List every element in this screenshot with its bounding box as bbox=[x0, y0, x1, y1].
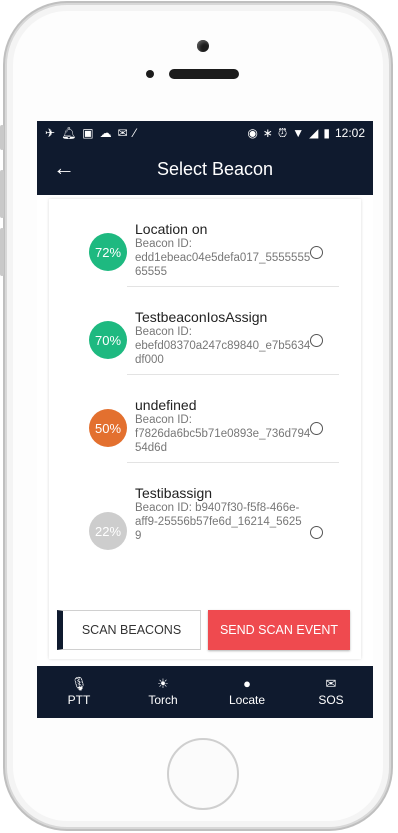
target-icon: ◉ bbox=[247, 126, 258, 140]
beacon-id-value: f7826da6bc5b71e0893e_736d79454d6d bbox=[135, 428, 311, 454]
bottom-nav: 🎙︎ PTT ☀ Torch ● Locate ✉ SOS bbox=[37, 666, 373, 718]
beacon-id: Beacon ID: ebefd08370a247c89840_e7b5634d… bbox=[135, 325, 315, 367]
beacon-id: Beacon ID: f7826da6bc5b71e0893e_736d7945… bbox=[135, 413, 315, 455]
beacon-id-label: Beacon ID: bbox=[135, 502, 192, 514]
beacon-id: Beacon ID: edd1ebeac04e5defa017_55555556… bbox=[135, 237, 315, 279]
signal-badge: 72% bbox=[89, 233, 127, 271]
radio-button[interactable] bbox=[310, 526, 323, 539]
app-screen: ✈ 🔔︎ ▣ ☁ ✉ ⁄ ◉ ∗ ⏰︎ ▼ ◢ ▮ 12:02 ← Select… bbox=[37, 121, 373, 718]
home-button[interactable] bbox=[167, 738, 239, 810]
nav-item-ptt[interactable]: 🎙︎ PTT bbox=[37, 666, 121, 718]
signal-badge: 50% bbox=[89, 409, 127, 447]
nav-label: PTT bbox=[67, 693, 91, 707]
bell-icon: 🔔︎ bbox=[61, 126, 77, 140]
beacon-list: 72% Location on Beacon ID: edd1ebeac04e5… bbox=[49, 199, 361, 659]
status-bar: ✈ 🔔︎ ▣ ☁ ✉ ⁄ ◉ ∗ ⏰︎ ▼ ◢ ▮ 12:02 bbox=[37, 121, 373, 145]
app-header: ← Select Beacon bbox=[37, 145, 373, 195]
beacon-id-label: Beacon ID: bbox=[135, 326, 192, 338]
nav-label: Torch bbox=[148, 693, 178, 707]
radio-button[interactable] bbox=[310, 246, 323, 259]
mail-icon: ✉ bbox=[117, 126, 128, 140]
cloud-icon: ☁ bbox=[99, 126, 112, 140]
battery-icon: ▮ bbox=[323, 126, 330, 140]
beacon-id-label: Beacon ID: bbox=[135, 414, 192, 426]
scan-beacons-button[interactable]: SCAN BEACONS bbox=[57, 610, 201, 650]
status-time: 12:02 bbox=[334, 126, 365, 140]
beacon-name: TestbeaconIosAssign bbox=[135, 309, 268, 325]
phone-mute-switch bbox=[0, 125, 4, 150]
send-scan-event-button[interactable]: SEND SCAN EVENT bbox=[208, 610, 350, 650]
beacon-name: Location on bbox=[135, 221, 208, 237]
radio-button[interactable] bbox=[310, 422, 323, 435]
nav-item-torch[interactable]: ☀ Torch bbox=[121, 666, 205, 718]
phone-camera bbox=[197, 40, 209, 52]
phone-speaker bbox=[169, 69, 239, 79]
phone-volume-down bbox=[0, 228, 4, 276]
nav-label: SOS bbox=[318, 693, 344, 707]
signal-badge: 70% bbox=[89, 321, 127, 359]
airplane-icon: ✈ bbox=[45, 126, 56, 140]
nav-item-sos[interactable]: ✉ SOS bbox=[289, 666, 373, 718]
list-item[interactable]: 72% Location on Beacon ID: edd1ebeac04e5… bbox=[49, 199, 361, 287]
list-item[interactable]: 22% Testibassign Beacon ID: b9407f30-f5f… bbox=[49, 463, 361, 575]
broom-icon: ⁄ bbox=[133, 126, 136, 140]
wifi-icon: ▼ bbox=[292, 126, 305, 140]
radio-button[interactable] bbox=[310, 334, 323, 347]
image-icon: ▣ bbox=[82, 126, 94, 140]
beacon-id-label: Beacon ID: bbox=[135, 238, 192, 250]
envelope-icon: ✉ bbox=[325, 676, 337, 691]
nav-item-locate[interactable]: ● Locate bbox=[205, 666, 289, 718]
list-item[interactable]: 70% TestbeaconIosAssign Beacon ID: ebefd… bbox=[49, 287, 361, 375]
sun-icon: ☀ bbox=[157, 676, 169, 691]
beacon-id-value: edd1ebeac04e5defa017_555555565555 bbox=[135, 252, 311, 278]
beacon-id-value: ebefd08370a247c89840_e7b5634df000 bbox=[135, 340, 311, 366]
microphone-icon: 🎙︎ bbox=[70, 676, 88, 691]
beacon-name: undefined bbox=[135, 397, 197, 413]
list-item[interactable]: 50% undefined Beacon ID: f7826da6bc5b71e… bbox=[49, 375, 361, 463]
nav-label: Locate bbox=[228, 693, 266, 707]
beacon-id: Beacon ID: b9407f30-f5f8-466e-aff9-25556… bbox=[135, 501, 305, 543]
alarm-icon: ⏰︎ bbox=[277, 125, 288, 140]
pin-icon: ● bbox=[243, 676, 251, 691]
bluetooth-icon: ∗ bbox=[262, 126, 273, 140]
signal-icon: ◢ bbox=[309, 126, 319, 140]
phone-sensor bbox=[146, 70, 154, 78]
signal-badge: 22% bbox=[89, 512, 127, 550]
beacon-name: Testibassign bbox=[135, 485, 213, 501]
phone-volume-up bbox=[0, 170, 4, 218]
page-title: Select Beacon bbox=[156, 159, 274, 179]
